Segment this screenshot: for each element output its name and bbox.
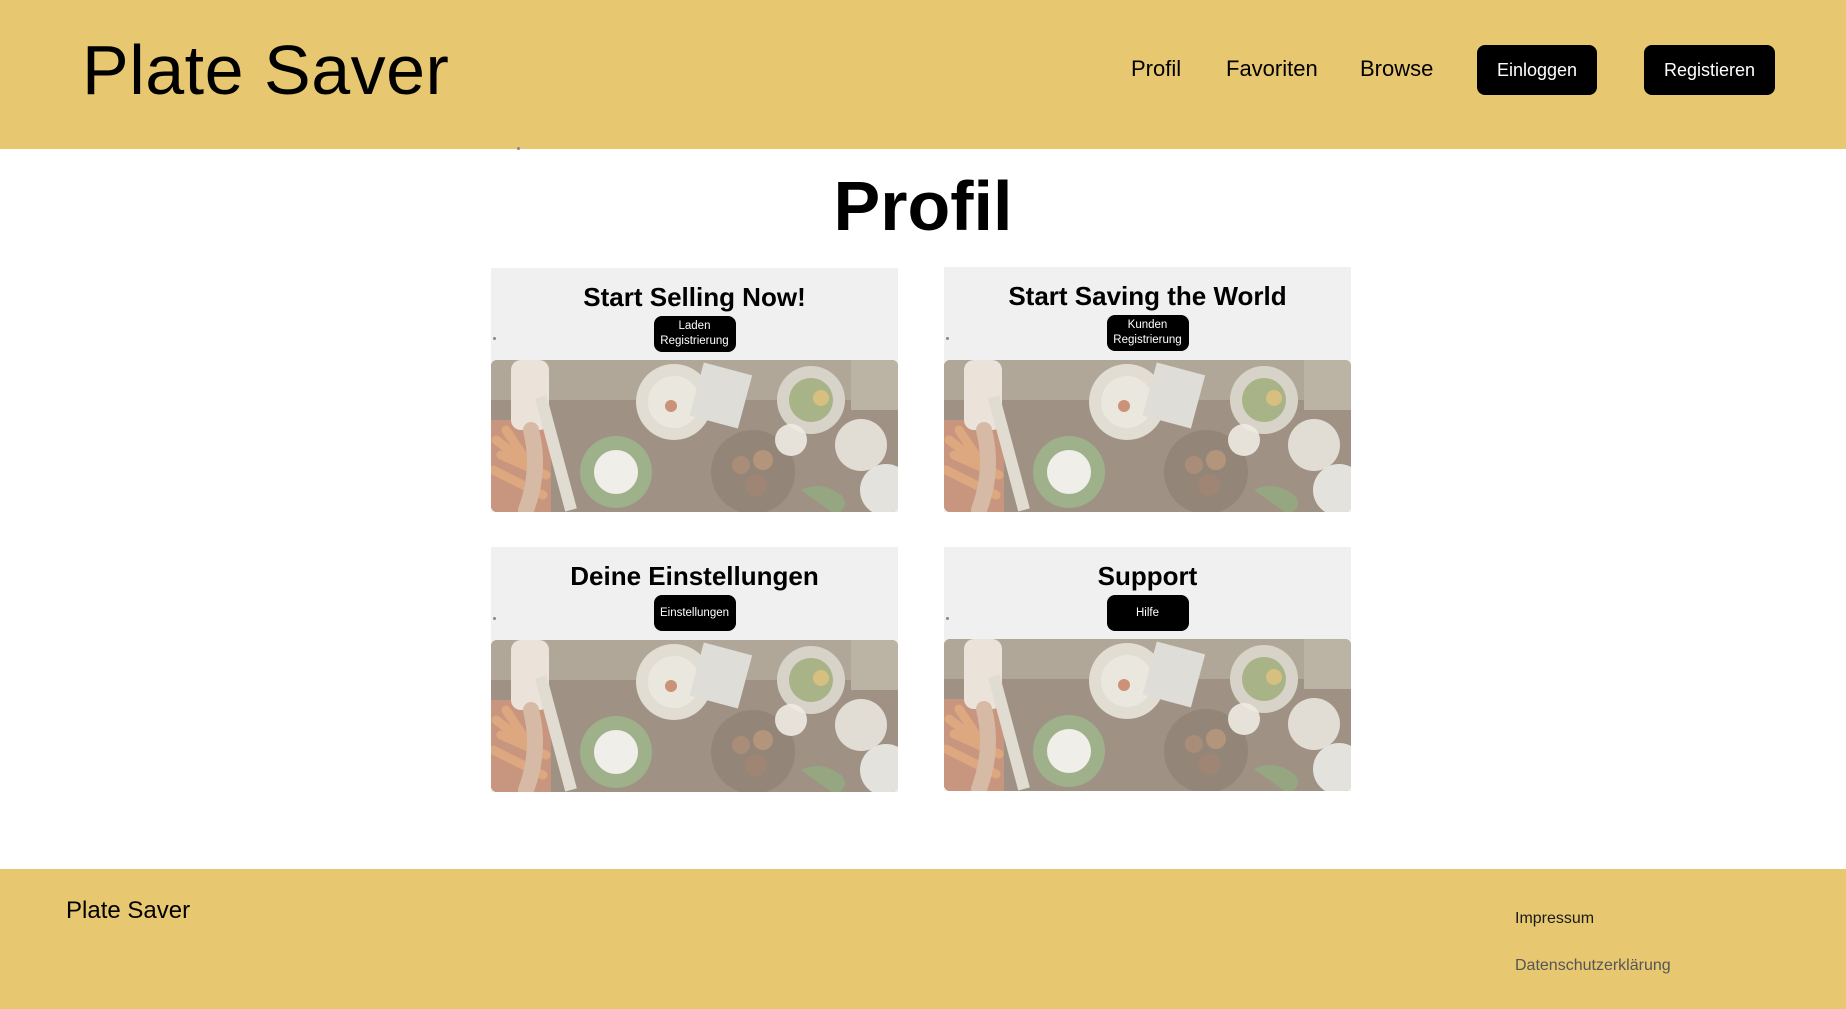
decorative-dot bbox=[517, 147, 520, 150]
card-title: Support bbox=[1097, 561, 1198, 591]
decorative-dot bbox=[946, 337, 949, 340]
card-title: Start Saving the World bbox=[1008, 281, 1287, 311]
card-settings: Deine Einstellungen Einstellungen bbox=[491, 547, 898, 792]
decorative-dot bbox=[493, 617, 496, 620]
decorative-dot bbox=[493, 337, 496, 340]
settings-button[interactable]: Einstellungen bbox=[653, 595, 736, 631]
impressum-link[interactable]: Impressum bbox=[1515, 910, 1594, 928]
register-button[interactable]: Registieren bbox=[1644, 45, 1775, 95]
card-title: Deine Einstellungen bbox=[570, 561, 819, 591]
food-table-image bbox=[491, 640, 898, 792]
nav-browse[interactable]: Browse bbox=[1360, 56, 1433, 82]
decorative-dot bbox=[946, 617, 949, 620]
page-title: Profil bbox=[833, 167, 1013, 245]
card-start-saving: Start Saving the World Kunden Registrier… bbox=[944, 267, 1351, 512]
site-logo[interactable]: Plate Saver bbox=[82, 30, 449, 110]
header-bar: Plate Saver Profil Favoriten Browse Einl… bbox=[0, 0, 1846, 149]
customer-registration-button[interactable]: Kunden Registrierung bbox=[1106, 315, 1189, 351]
nav-profil[interactable]: Profil bbox=[1131, 56, 1181, 82]
card-title: Start Selling Now! bbox=[583, 282, 806, 312]
shop-registration-button[interactable]: Laden Registrierung bbox=[653, 316, 736, 352]
food-table-image bbox=[944, 639, 1351, 791]
login-button[interactable]: Einloggen bbox=[1477, 45, 1597, 95]
card-support: Support Hilfe bbox=[944, 547, 1351, 791]
footer-bar: Plate Saver Impressum Datenschutzerkläru… bbox=[0, 869, 1846, 1009]
nav-favoriten[interactable]: Favoriten bbox=[1226, 56, 1318, 82]
food-table-image bbox=[491, 360, 898, 512]
help-button[interactable]: Hilfe bbox=[1106, 595, 1189, 631]
food-table-image bbox=[944, 360, 1351, 512]
footer-logo: Plate Saver bbox=[66, 897, 191, 924]
privacy-link[interactable]: Datenschutzerklärung bbox=[1515, 957, 1671, 975]
card-start-selling: Start Selling Now! Laden Registrierung bbox=[491, 268, 898, 512]
